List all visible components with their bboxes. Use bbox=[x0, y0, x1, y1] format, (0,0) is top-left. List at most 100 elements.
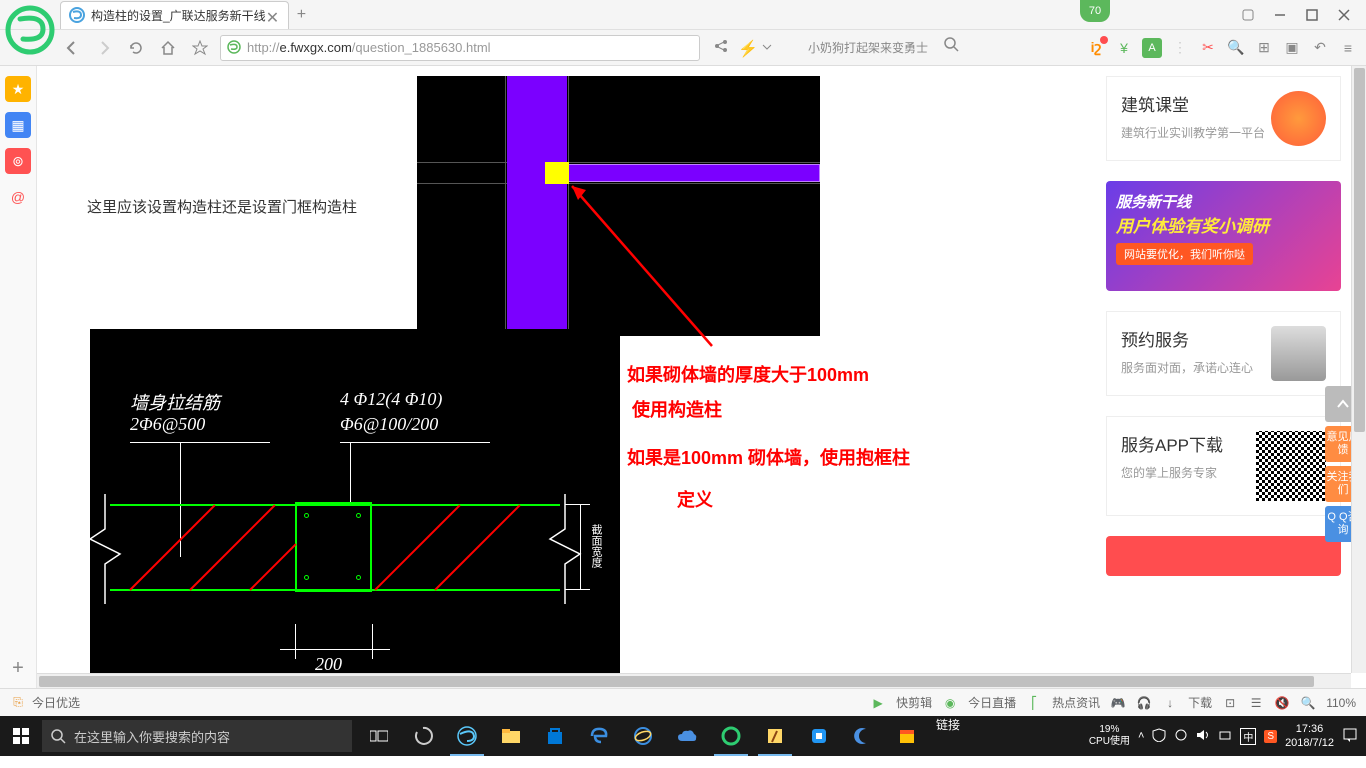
task-view-icon[interactable] bbox=[358, 716, 400, 756]
undo-icon[interactable]: ↶ bbox=[1310, 38, 1330, 58]
app-box-icon[interactable] bbox=[798, 716, 840, 756]
app-notes-icon[interactable] bbox=[754, 716, 796, 756]
menu-icon[interactable]: ≡ bbox=[1338, 38, 1358, 58]
question-text: 这里应该设置构造柱还是设置门框构造柱 bbox=[87, 196, 357, 217]
scissors-icon[interactable]: ✂ bbox=[1198, 38, 1218, 58]
scrollbar-horizontal[interactable] bbox=[37, 673, 1351, 688]
wallet-icon[interactable]: ¥ bbox=[1114, 38, 1134, 58]
grid-icon[interactable]: ⊞ bbox=[1254, 38, 1274, 58]
site-lock-icon bbox=[227, 40, 243, 56]
app-calendar-icon[interactable] bbox=[886, 716, 928, 756]
tab-favicon bbox=[69, 7, 85, 23]
score-badge[interactable]: 70 bbox=[1080, 0, 1110, 22]
clip-icon[interactable]: ▶ bbox=[870, 695, 886, 711]
share-icon[interactable] bbox=[714, 39, 732, 57]
card-service[interactable]: 预约服务 服务面对面，承诺心连心 bbox=[1106, 311, 1341, 396]
forward-button[interactable] bbox=[92, 36, 116, 60]
window-titlebar: 构造柱的设置_广联达服务新干线 ✕ + 70 bbox=[0, 0, 1366, 30]
mute-icon[interactable]: 🔇 bbox=[1274, 695, 1290, 711]
app-edge2-icon[interactable] bbox=[578, 716, 620, 756]
card-sub: 建筑行业实训教学第一平台 bbox=[1121, 124, 1271, 143]
live-icon[interactable]: ◉ bbox=[942, 695, 958, 711]
download-icon[interactable]: ↓ bbox=[1162, 695, 1178, 711]
app-360-icon[interactable] bbox=[710, 716, 752, 756]
translate-icon[interactable]: A bbox=[1142, 38, 1162, 58]
sidebar-icon[interactable]: ☰ bbox=[1248, 695, 1264, 711]
ext-search-icon[interactable]: 🔍 bbox=[1226, 38, 1246, 58]
app-cloud-icon[interactable] bbox=[666, 716, 708, 756]
promo-banner-2[interactable] bbox=[1106, 536, 1341, 576]
game-icon[interactable]: 🎮 bbox=[1110, 695, 1126, 711]
status-today[interactable]: 今日优选 bbox=[32, 694, 80, 711]
side-mail-icon[interactable]: @ bbox=[5, 184, 31, 210]
app-spiral-icon[interactable] bbox=[402, 716, 444, 756]
reload-button[interactable] bbox=[124, 36, 148, 60]
pip-icon[interactable]: ⊡ bbox=[1222, 695, 1238, 711]
annotation-3: 如果是100mm 砌体墙，使用抱框柱 bbox=[627, 444, 910, 470]
taskbar-search[interactable]: 在这里输入你要搜索的内容 bbox=[42, 720, 352, 752]
promo-banner[interactable]: 服务新干线 用户体验有奖小调研 网站要优化，我们听你哒 bbox=[1106, 181, 1341, 291]
app-store-icon[interactable] bbox=[534, 716, 576, 756]
back-button[interactable] bbox=[60, 36, 84, 60]
ext-sep: ⋮ bbox=[1170, 38, 1190, 58]
sidebar-left: ★ ▦ ⊚ @ + bbox=[0, 66, 37, 688]
search-hint[interactable]: 小奶狗打起架来变勇士 bbox=[808, 39, 928, 56]
scrollbar-vertical[interactable] bbox=[1351, 66, 1366, 673]
panel-icon[interactable]: ▣ bbox=[1282, 38, 1302, 58]
tab-close-icon[interactable]: ✕ bbox=[266, 8, 280, 22]
tray-power-icon[interactable] bbox=[1174, 728, 1188, 745]
url-text: http://e.fwxgx.com/question_1885630.html bbox=[247, 40, 491, 55]
tray-volume-icon[interactable] bbox=[1196, 728, 1210, 745]
card-title: 建筑课堂 bbox=[1121, 91, 1271, 116]
hot-icon[interactable]: ⎡ bbox=[1026, 695, 1042, 711]
zoom-icon[interactable]: 🔍 bbox=[1300, 695, 1316, 711]
start-button[interactable] bbox=[0, 716, 42, 756]
address-bar: http://e.fwxgx.com/question_1885630.html… bbox=[0, 30, 1366, 66]
side-news-icon[interactable]: ▦ bbox=[5, 112, 31, 138]
tray-ime2-icon[interactable]: S bbox=[1264, 730, 1277, 743]
skin-icon[interactable] bbox=[1234, 4, 1262, 26]
app-ie-icon[interactable] bbox=[622, 716, 664, 756]
url-input[interactable]: http://e.fwxgx.com/question_1885630.html bbox=[220, 35, 700, 61]
annotation-2: 使用构造柱 bbox=[632, 396, 722, 422]
tray-clock[interactable]: 17:362018/7/12 bbox=[1285, 722, 1334, 751]
minimize-button[interactable] bbox=[1266, 4, 1294, 26]
annotation-1: 如果砌体墙的厚度大于100mm bbox=[627, 361, 869, 387]
ext-icon-1[interactable]: iշ bbox=[1086, 38, 1106, 58]
tray-chevron-icon[interactable]: ˄ bbox=[1138, 730, 1144, 742]
browser-tab[interactable]: 构造柱的设置_广联达服务新干线 ✕ bbox=[60, 1, 289, 29]
app-edge-icon[interactable] bbox=[446, 716, 488, 756]
side-fav-icon[interactable]: ★ bbox=[5, 76, 31, 102]
close-button[interactable] bbox=[1330, 4, 1358, 26]
cad-diagram-bottom: 墙身拉结筋 2Φ6@500 4 Φ12(4 Φ10) Φ6@100/200 bbox=[90, 329, 620, 685]
sidebar-right: 建筑课堂 建筑行业实训教学第一平台 服务新干线 用户体验有奖小调研 网站要优化，… bbox=[1106, 76, 1341, 576]
chevron-down-icon[interactable] bbox=[762, 39, 780, 57]
annotation-4: 定义 bbox=[677, 486, 713, 512]
tray-ime1-icon[interactable]: 中 bbox=[1240, 728, 1256, 745]
star-button[interactable] bbox=[188, 36, 212, 60]
headphone-icon[interactable]: 🎧 bbox=[1136, 695, 1152, 711]
card-image bbox=[1271, 91, 1326, 146]
side-weibo-icon[interactable]: ⊚ bbox=[5, 148, 31, 174]
search-icon[interactable] bbox=[944, 37, 960, 58]
app-explorer-icon[interactable] bbox=[490, 716, 532, 756]
home-button[interactable] bbox=[156, 36, 180, 60]
card-app[interactable]: 服务APP下载 您的掌上服务专家 bbox=[1106, 416, 1341, 516]
windows-taskbar: 在这里输入你要搜索的内容 链接 19%CPU使用 ˄ 中 S 17:362018… bbox=[0, 716, 1366, 756]
cad-diagram-top bbox=[417, 76, 820, 336]
tray-net-icon[interactable] bbox=[1218, 728, 1232, 745]
page-content: 这里应该设置构造柱还是设置门框构造柱 如果砌体墙的厚度大于100mm 使用构造柱… bbox=[37, 66, 1366, 688]
bolt-icon[interactable]: ⚡ bbox=[738, 39, 756, 57]
cpu-meter[interactable]: 19%CPU使用 bbox=[1089, 724, 1130, 748]
gift-icon[interactable]: ⎘ bbox=[10, 695, 26, 711]
side-add-button[interactable]: + bbox=[6, 656, 30, 680]
card-class[interactable]: 建筑课堂 建筑行业实训教学第一平台 bbox=[1106, 76, 1341, 161]
browser-logo[interactable] bbox=[5, 5, 55, 55]
taskbar-link[interactable]: 链接 bbox=[936, 716, 960, 756]
tray-notification-icon[interactable] bbox=[1342, 727, 1358, 746]
tray-safe-icon[interactable] bbox=[1152, 728, 1166, 745]
browser-statusbar: ⎘ 今日优选 ▶快剪辑 ◉今日直播 ⎡热点资讯 🎮 🎧 ↓下载 ⊡ ☰ 🔇 🔍1… bbox=[0, 688, 1366, 716]
maximize-button[interactable] bbox=[1298, 4, 1326, 26]
app-moon-icon[interactable] bbox=[842, 716, 884, 756]
new-tab-button[interactable]: + bbox=[297, 6, 306, 24]
